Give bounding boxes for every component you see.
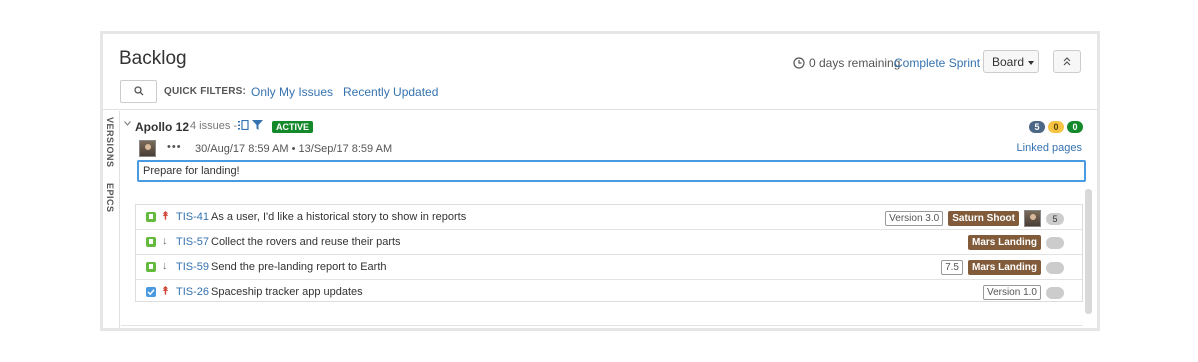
epic-label: Saturn Shoot [948,211,1019,226]
issue-summary: Collect the rovers and reuse their parts [211,236,401,248]
search-icon [134,86,144,96]
avatar [139,140,156,157]
priority-low-icon: ↓ [162,260,168,272]
board-dropdown[interactable]: Board [983,50,1039,73]
issue-key[interactable]: TIS-59 [176,261,209,273]
count-todo: 5 [1029,121,1045,133]
estimate-badge: 5 [1046,212,1064,225]
story-icon [146,237,156,247]
issue-summary: Send the pre-landing report to Earth [211,261,387,273]
version-label: Version 1.0 [982,285,1041,300]
sprint-goal-input[interactable] [137,160,1086,182]
chevron-down-icon[interactable] [124,121,131,126]
priority-low-icon: ↓ [162,235,168,247]
side-tabs: VERSIONS EPICS [103,111,120,328]
more-actions-icon[interactable]: ••• [167,141,182,153]
count-in-progress: 0 [1048,121,1064,133]
days-remaining: 0 days remaining [793,56,900,70]
task-checkbox-icon [146,287,156,297]
backlog-panel: Backlog QUICK FILTERS: Only My Issues Re… [100,31,1100,331]
sprint-dates: 30/Aug/17 8:59 AM • 13/Sep/17 8:59 AM [195,143,393,155]
sprint-issue-count: 4 issues - [190,120,237,132]
table-row[interactable]: ⯭ TIS-26 Spaceship tracker app updates V… [136,280,1082,305]
issue-summary: As a user, I'd like a historical story t… [211,211,467,223]
tab-versions[interactable]: VERSIONS [105,117,115,168]
story-icon [146,262,156,272]
tab-epics[interactable]: EPICS [105,183,115,213]
collapse-button[interactable] [1053,50,1081,73]
status-badge: ACTIVE [272,121,314,133]
board-view-icon[interactable] [238,120,249,130]
scrollbar[interactable] [1085,189,1092,314]
epic-label: Mars Landing [967,260,1041,275]
table-row[interactable]: ⯭ TIS-41 As a user, I'd like a historica… [136,205,1082,230]
version-label: 7.5 [941,260,963,275]
days-remaining-label: 0 days remaining [809,56,901,70]
linked-pages-link[interactable]: Linked pages [1017,142,1082,154]
quick-filters-label: QUICK FILTERS: [164,86,247,97]
issue-key[interactable]: TIS-41 [176,211,209,223]
priority-high-icon: ⯭ [162,210,169,222]
backlog-header: Backlog QUICK FILTERS: Only My Issues Re… [103,34,1097,110]
search-button[interactable] [120,80,157,103]
estimate-badge [1046,261,1064,274]
issue-summary: Spaceship tracker app updates [211,286,363,298]
page-title: Backlog [119,48,187,69]
issue-key[interactable]: TIS-26 [176,286,209,298]
issue-count-text: 4 issues [190,120,231,132]
version-label: Version 3.0 [885,211,944,226]
sprint-icons [238,120,263,130]
estimate-badge [1046,286,1064,299]
issue-meta: Mars Landing [967,235,1064,250]
issue-key[interactable]: TIS-57 [176,236,209,248]
board-label: Board [992,55,1025,69]
double-chevron-up-icon [1063,57,1071,66]
avatar [1024,210,1041,227]
complete-sprint-link[interactable]: Complete Sprint [894,56,980,70]
filter-icon[interactable] [252,120,263,130]
issue-meta: 7.5 Mars Landing [941,260,1064,275]
filter-only-my-issues[interactable]: Only My Issues [251,85,333,99]
sprint-status-counts: 5 0 0 [1029,121,1083,133]
issue-meta: Version 1.0 [982,285,1064,300]
clock-icon [793,57,805,69]
sprint-name: Apollo 12 [135,120,190,134]
issue-list: ⯭ TIS-41 As a user, I'd like a historica… [135,204,1083,302]
table-row[interactable]: ↓ TIS-59 Send the pre-landing report to … [136,255,1082,280]
estimate-badge [1046,236,1064,249]
divider [121,325,1083,326]
count-done: 0 [1067,121,1083,133]
chevron-down-icon [1028,60,1035,65]
priority-high-icon: ⯭ [162,285,169,297]
epic-label: Mars Landing [967,235,1041,250]
issue-meta: Version 3.0 Saturn Shoot 5 [885,210,1064,227]
table-row[interactable]: ↓ TIS-57 Collect the rovers and reuse th… [136,230,1082,255]
issue-count-separator: - [233,120,238,132]
story-icon [146,212,156,222]
filter-recently-updated[interactable]: Recently Updated [343,85,438,99]
